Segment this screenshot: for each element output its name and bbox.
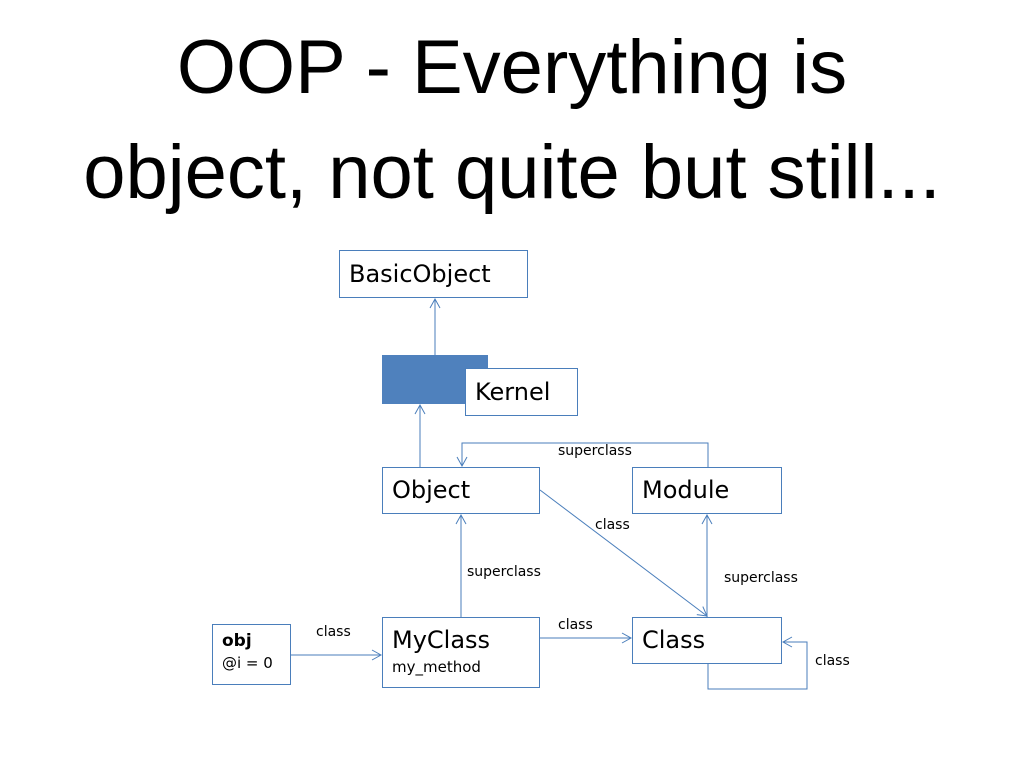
node-obj: obj @i = 0 [212,624,291,685]
node-myclass-method: my_method [392,658,481,676]
node-object-label: Object [392,476,471,504]
node-myclass: MyClass my_method [382,617,540,688]
node-basicobject-label: BasicObject [349,260,491,288]
node-kernel-label: Kernel [475,378,551,406]
node-kernel: Kernel [465,368,578,416]
node-basicobject: BasicObject [339,250,528,298]
edge-label-myclass-object: superclass [467,564,541,580]
node-class-label: Class [642,626,706,654]
edge-label-class-class: class [815,653,850,669]
node-module-label: Module [642,476,730,504]
node-obj-ivar: @i = 0 [222,654,273,672]
edge-label-class-module: superclass [724,570,798,586]
edge-label-myclass-class: class [558,617,593,633]
edge-label-module-object: superclass [558,443,632,459]
edge-label-obj-myclass: class [316,624,351,640]
node-obj-name: obj [222,631,252,651]
node-module: Module [632,467,782,514]
node-myclass-name: MyClass [392,626,491,654]
edge-label-object-class: class [595,517,630,533]
node-object: Object [382,467,540,514]
node-class: Class [632,617,782,664]
